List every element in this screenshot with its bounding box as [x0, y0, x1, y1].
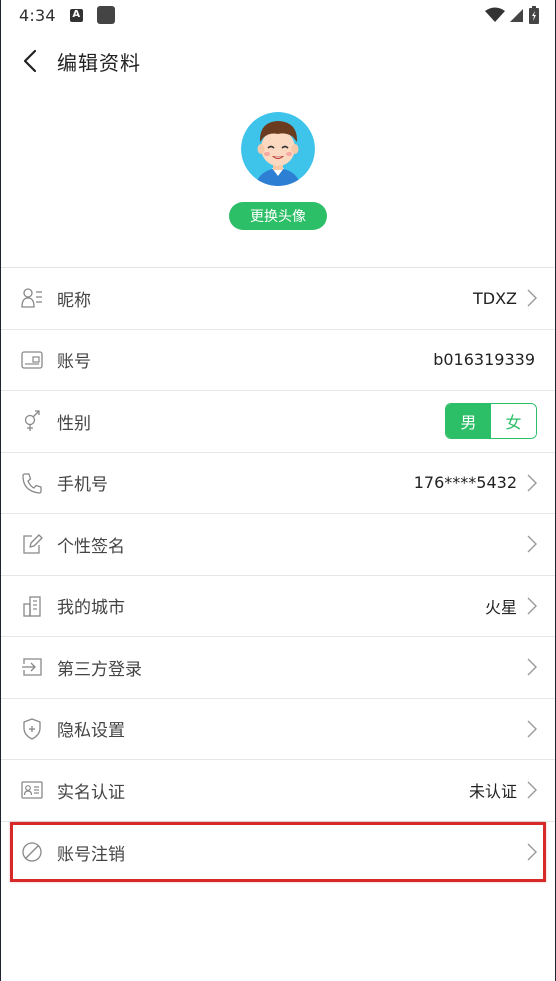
back-button[interactable]: [15, 46, 45, 76]
row-value-city: 火星: [484, 597, 517, 617]
building-icon: [21, 595, 43, 617]
chevron-right-icon: [527, 535, 537, 553]
prohibited-icon: [21, 841, 43, 863]
avatar-section: 更换头像: [1, 92, 555, 267]
row-privacy[interactable]: 隐私设置: [1, 699, 555, 760]
shield-icon: [21, 718, 43, 740]
row-real-name[interactable]: 实名认证 未认证: [1, 760, 555, 822]
row-value-real-name: 未认证: [468, 782, 517, 802]
phone-icon: [21, 472, 43, 494]
row-label-city: 我的城市: [57, 598, 125, 619]
row-phone[interactable]: 手机号 176****5432: [1, 453, 555, 514]
status-time: 4:34: [19, 5, 56, 25]
row-deactivate[interactable]: 账号注销: [1, 822, 555, 884]
page-title: 编辑资料: [57, 50, 141, 75]
status-left: 4:34 A: [19, 6, 115, 25]
chevron-right-icon: [527, 597, 537, 615]
change-avatar-button[interactable]: 更换头像: [229, 202, 327, 230]
user-list-icon: [21, 287, 43, 309]
row-value-phone: 176****5432: [413, 473, 517, 493]
row-city[interactable]: 我的城市 火星: [1, 576, 555, 637]
gender-option-male[interactable]: 男: [446, 404, 491, 439]
status-bar: 4:34 A: [1, 0, 555, 30]
row-label-third-party-login: 第三方登录: [57, 659, 142, 680]
row-account: 账号 b016319339: [1, 330, 555, 391]
login-icon: [21, 656, 43, 678]
row-gender: 性别 男 女: [1, 391, 555, 453]
row-label-phone: 手机号: [57, 475, 108, 496]
chevron-right-icon: [527, 781, 537, 799]
id-card-icon: [21, 349, 43, 371]
notification-app-icon: [96, 6, 115, 24]
row-label-gender: 性别: [57, 413, 91, 434]
back-arrow-icon: [23, 49, 37, 73]
row-label-signature: 个性签名: [57, 536, 125, 557]
row-label-account: 账号: [57, 352, 91, 373]
profile-settings-list: 昵称 TDXZ 账号 b016319339 性别 男 女 手机号 176****…: [1, 267, 555, 883]
header: 编辑资料: [1, 30, 555, 92]
gender-option-female[interactable]: 女: [491, 404, 536, 439]
wifi-icon: [485, 7, 505, 22]
row-label-real-name: 实名认证: [57, 782, 125, 803]
avatar[interactable]: [241, 112, 315, 186]
row-signature[interactable]: 个性签名: [1, 514, 555, 576]
row-label-deactivate: 账号注销: [57, 844, 125, 865]
chevron-right-icon: [527, 658, 537, 676]
edit-icon: [21, 533, 43, 555]
row-nickname[interactable]: 昵称 TDXZ: [1, 268, 555, 330]
chevron-right-icon: [527, 843, 537, 861]
signal-icon: [510, 9, 523, 22]
chevron-right-icon: [527, 474, 537, 492]
gender-icon: [21, 410, 43, 432]
battery-icon: [529, 6, 539, 24]
avatar-cartoon-icon: [241, 112, 315, 186]
notification-a-icon: A: [69, 8, 83, 22]
row-value-account: b016319339: [433, 350, 535, 370]
row-label-nickname: 昵称: [57, 290, 91, 311]
row-third-party-login[interactable]: 第三方登录: [1, 637, 555, 699]
row-label-privacy: 隐私设置: [57, 721, 125, 742]
status-right: [485, 6, 539, 24]
chevron-right-icon: [527, 289, 537, 307]
chevron-right-icon: [527, 720, 537, 738]
row-value-nickname: TDXZ: [472, 288, 517, 308]
gender-toggle: 男 女: [445, 403, 537, 440]
id-badge-icon: [21, 779, 43, 801]
